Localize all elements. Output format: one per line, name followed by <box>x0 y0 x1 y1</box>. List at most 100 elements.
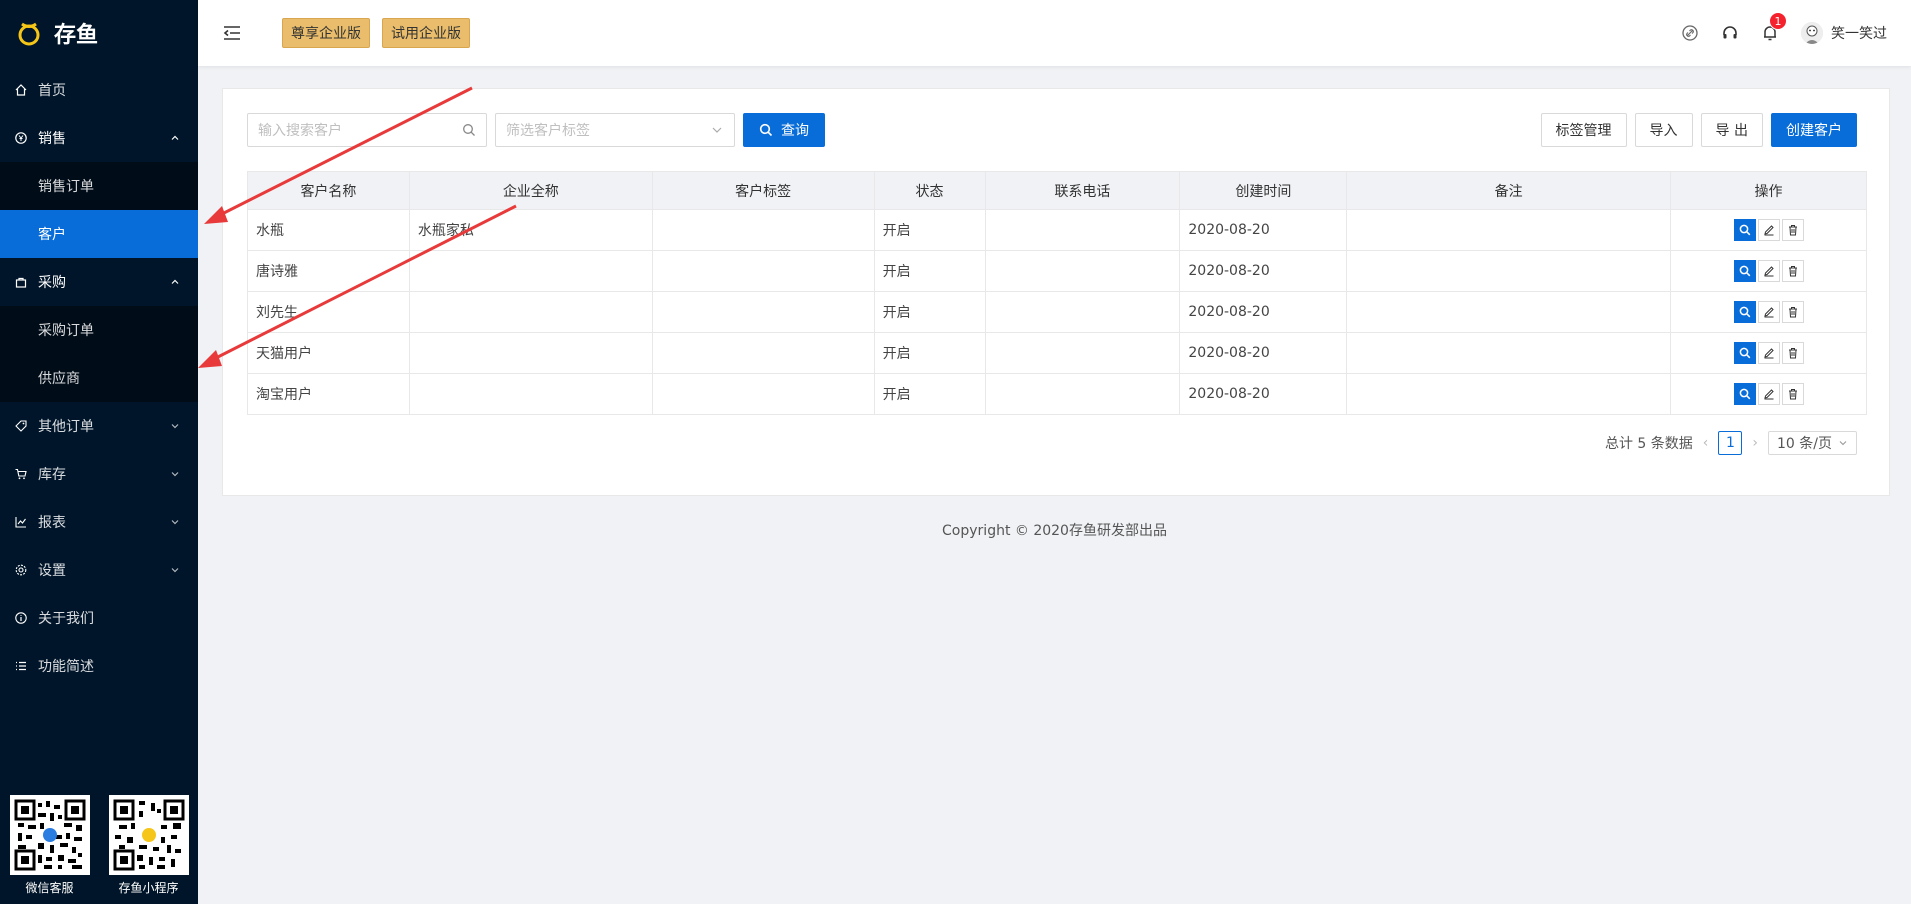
sidebar-item-label: 其他订单 <box>38 419 94 435</box>
trash-icon <box>1788 389 1797 400</box>
edit-button[interactable] <box>1757 301 1780 323</box>
view-button[interactable] <box>1733 342 1756 364</box>
sidebar-item-purchase-orders[interactable]: 采购订单 <box>0 306 198 354</box>
edit-button[interactable] <box>1757 383 1780 405</box>
sidebar-item-label: 首页 <box>38 83 66 99</box>
table-row[interactable]: 天猫用户 开启 2020-08-20 <box>247 332 1867 374</box>
search-icon <box>1739 224 1750 236</box>
table-row[interactable]: 刘先生 开启 2020-08-20 <box>247 291 1867 333</box>
page-size-select[interactable]: 10 条/页 <box>1768 431 1857 455</box>
view-button[interactable] <box>1733 260 1756 282</box>
logo[interactable]: 存鱼 <box>0 0 198 66</box>
trial-edition-button[interactable]: 试用企业版 <box>382 18 470 48</box>
sidebar-item-sales[interactable]: 销售 <box>0 114 198 162</box>
edit-button[interactable] <box>1757 342 1780 364</box>
chevron-up-icon <box>171 279 179 284</box>
edit-pencil-icon <box>1763 389 1774 400</box>
notification-bell[interactable]: 1 <box>1761 12 1787 42</box>
tag-manage-button[interactable]: 标签管理 <box>1540 113 1627 147</box>
search-icon <box>759 123 773 137</box>
menu-fold-icon[interactable] <box>222 23 242 43</box>
sidebar-item-label: 设置 <box>38 563 66 579</box>
headset-icon[interactable] <box>1721 24 1739 42</box>
delete-button[interactable] <box>1781 301 1804 323</box>
table-cell: 淘宝用户 <box>247 373 410 415</box>
delete-button[interactable] <box>1781 342 1804 364</box>
export-button[interactable]: 导 出 <box>1700 113 1763 147</box>
trash-icon <box>1788 225 1797 236</box>
search-icon <box>1739 388 1750 400</box>
table-cell <box>984 291 1181 333</box>
sidebar-item-features[interactable]: 功能简述 <box>0 642 198 690</box>
query-button[interactable]: 查询 <box>743 113 825 147</box>
column-header[interactable]: 状态 <box>873 171 986 210</box>
delete-button[interactable] <box>1781 219 1804 241</box>
list-icon <box>14 659 28 673</box>
delete-button[interactable] <box>1781 383 1804 405</box>
sidebar-item-other-orders[interactable]: 其他订单 <box>0 402 198 450</box>
table-cell: 2020-08-20 <box>1179 209 1348 251</box>
column-header[interactable]: 创建时间 <box>1179 171 1348 210</box>
search-input[interactable]: 输入搜索客户 <box>247 113 487 147</box>
premium-edition-button[interactable]: 尊享企业版 <box>282 18 370 48</box>
qr-code-image <box>108 795 189 875</box>
import-button[interactable]: 导入 <box>1634 113 1693 147</box>
column-header[interactable]: 备注 <box>1346 171 1672 210</box>
table-cell: 2020-08-20 <box>1179 291 1348 333</box>
search-icon <box>1739 347 1750 359</box>
table-cell <box>1346 209 1672 251</box>
column-header[interactable]: 客户名称 <box>247 171 410 210</box>
sidebar-item-about[interactable]: 关于我们 <box>0 594 198 642</box>
edit-button[interactable] <box>1757 219 1780 241</box>
table-cell: 唐诗雅 <box>247 250 410 292</box>
page-1-button[interactable]: 1 <box>1718 431 1743 455</box>
sidebar-item-suppliers[interactable]: 供应商 <box>0 354 198 402</box>
create-customer-button[interactable]: 创建客户 <box>1771 113 1857 147</box>
sidebar-item-inventory[interactable]: 库存 <box>0 450 198 498</box>
table-row[interactable]: 水瓶 水瓶家私 开启 2020-08-20 <box>247 209 1867 251</box>
user-menu[interactable]: 笑一笑过 <box>1801 22 1887 44</box>
table-cell: 2020-08-20 <box>1179 332 1348 374</box>
edit-button[interactable] <box>1757 260 1780 282</box>
prev-page-icon[interactable]: ‹ <box>1703 435 1709 451</box>
user-avatar-icon <box>1801 22 1823 44</box>
table-row[interactable]: 唐诗雅 开启 2020-08-20 <box>247 250 1867 292</box>
table-row[interactable]: 淘宝用户 开启 2020-08-20 <box>247 373 1867 415</box>
next-page-icon[interactable]: › <box>1752 435 1758 451</box>
sidebar-item-home[interactable]: 首页 <box>0 66 198 114</box>
table-cell: 水瓶家私 <box>408 209 653 251</box>
column-header[interactable]: 客户标签 <box>651 171 875 210</box>
sidebar-item-settings[interactable]: 设置 <box>0 546 198 594</box>
trash-icon <box>1788 266 1797 277</box>
chevron-down-icon <box>1839 441 1847 446</box>
search-icon <box>1739 265 1750 277</box>
tag-filter-select[interactable]: 筛选客户标签 <box>495 113 735 147</box>
column-header[interactable]: 企业全称 <box>408 171 653 210</box>
row-actions <box>1670 332 1867 374</box>
table-cell <box>984 373 1181 415</box>
delete-button[interactable] <box>1781 260 1804 282</box>
column-header[interactable]: 联系电话 <box>984 171 1181 210</box>
sidebar-item-customers[interactable]: 客户 <box>0 210 198 258</box>
view-button[interactable] <box>1733 383 1756 405</box>
view-button[interactable] <box>1733 219 1756 241</box>
sidebar-item-sales-orders[interactable]: 销售订单 <box>0 162 198 210</box>
view-button[interactable] <box>1733 301 1756 323</box>
link-icon[interactable] <box>1681 24 1699 42</box>
sidebar-item-label: 库存 <box>38 467 66 483</box>
table-cell <box>651 250 875 292</box>
sidebar-item-purchase[interactable]: 采购 <box>0 258 198 306</box>
table-cell: 开启 <box>873 291 986 333</box>
trash-icon <box>1788 307 1797 318</box>
submenu-sales: 销售订单 客户 <box>0 162 198 258</box>
customer-table: 客户名称 企业全称 客户标签 状态 联系电话 创建时间 备注 操作 水瓶 水瓶家私… <box>247 171 1867 415</box>
qr-label: 存鱼小程序 <box>118 881 179 895</box>
sidebar-item-label: 报表 <box>38 515 66 531</box>
edit-pencil-icon <box>1763 307 1774 318</box>
chevron-down-icon <box>171 424 179 429</box>
sidebar-item-label: 采购 <box>38 275 66 291</box>
sidebar-item-reports[interactable]: 报表 <box>0 498 198 546</box>
brand-name: 存鱼 <box>54 23 99 48</box>
table-cell: 开启 <box>873 209 986 251</box>
chevron-up-icon <box>171 135 179 140</box>
